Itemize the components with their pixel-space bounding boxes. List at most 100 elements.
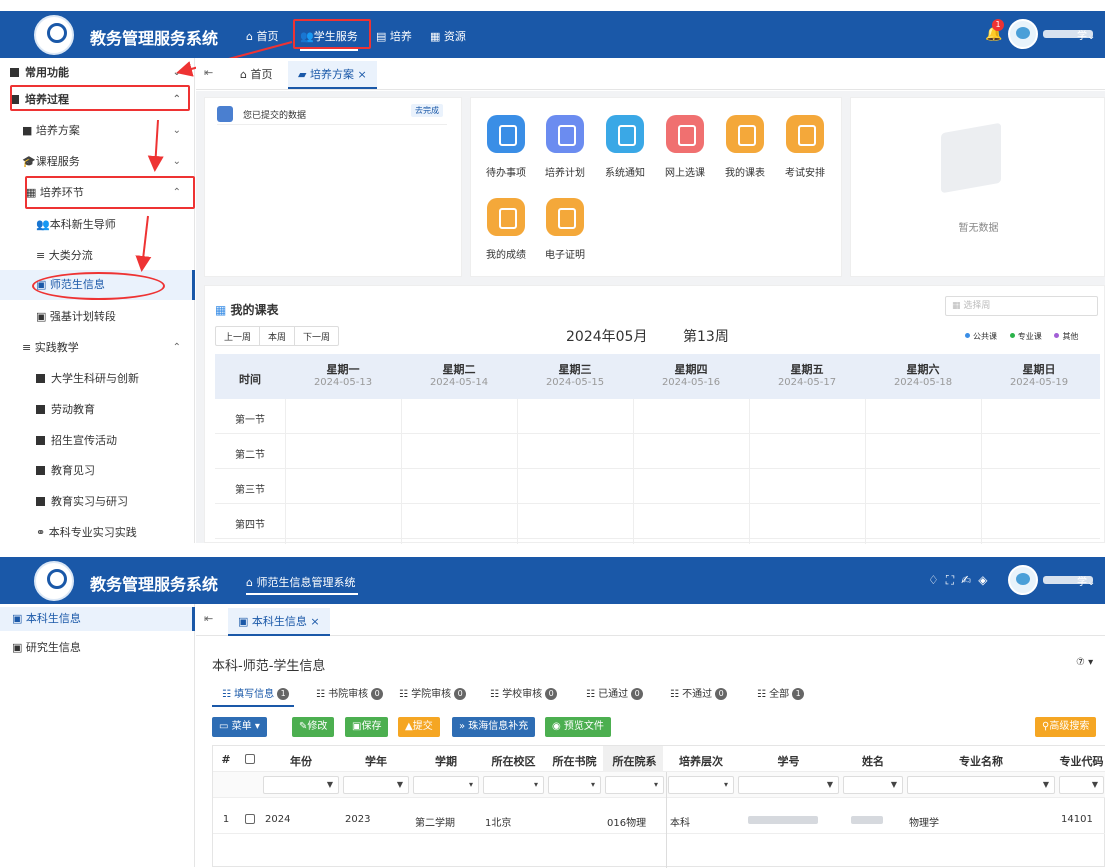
prev-week-button[interactable]: 上一周 (216, 327, 261, 345)
grades-icon[interactable] (487, 198, 525, 236)
list-icon: ☷ (670, 689, 683, 700)
sidebar-item-probation[interactable]: 教育见习 (0, 456, 195, 486)
search-icon: ◉ (552, 721, 564, 732)
column-filter[interactable]: ▾ (413, 776, 479, 794)
column-filter[interactable]: ▾ (548, 776, 601, 794)
quick-schedule[interactable]: 我的课表 (715, 164, 775, 179)
column-filter[interactable]: ▾ (668, 776, 734, 794)
course-select-icon[interactable] (666, 115, 704, 153)
doc-icon (217, 106, 233, 122)
column-header: 所在校区 (491, 755, 536, 768)
row-checkbox[interactable] (239, 814, 261, 826)
advanced-search-button[interactable]: ⚲高级搜索 (1035, 717, 1097, 737)
column-filter[interactable]: ▼ (907, 776, 1055, 794)
status-tab[interactable]: ☷ 不通过 0 (670, 685, 728, 700)
select-all-checkbox[interactable] (239, 753, 261, 766)
schedule-row (215, 434, 1100, 469)
quick-exam[interactable]: 考试安排 (775, 164, 835, 179)
sidebar-item-grad[interactable]: ▣ 研究生信息 (0, 636, 195, 660)
supplement-button[interactable]: » 珠海信息补充 (452, 717, 536, 737)
theme-icon[interactable]: ◈ (978, 573, 994, 587)
list-icon: ☷ (757, 689, 770, 700)
translate-icon[interactable]: ✍ (961, 573, 978, 587)
list-icon: ☷ (490, 689, 503, 700)
status-tab[interactable]: ☷ 全部 1 (757, 685, 805, 700)
edit-button[interactable]: ✎修改 (292, 717, 335, 737)
schedule-icon[interactable] (726, 115, 764, 153)
sidebar-item-internship[interactable]: 教育实习与研习 (0, 487, 195, 517)
quick-grades[interactable]: 我的成绩 (476, 246, 536, 261)
quick-course-select[interactable]: 网上选课 (655, 164, 715, 179)
notice-icon[interactable] (606, 115, 644, 153)
column-filter[interactable]: ▾ (605, 776, 664, 794)
status-tab[interactable]: ☷ 学校审核 0 (490, 685, 558, 700)
status-tab[interactable]: ☷ 已通过 0 (586, 685, 644, 700)
schedule-row (215, 504, 1100, 539)
help-icon[interactable]: ⑦ ▾ (1076, 657, 1093, 668)
bottom-header: 教务管理服务系统 ⌂ 师范生信息管理系统 ♢⛶✍◈ 学⌄ (0, 557, 1105, 604)
app-title: 教务管理服务系统 (90, 575, 219, 594)
column-header: 所在书院 (552, 755, 597, 768)
preview-button[interactable]: ◉ 预览文件 (545, 717, 611, 737)
cell-index: 1 (222, 814, 230, 825)
plan-icon[interactable] (546, 115, 584, 153)
sidebar-item-undergrad[interactable]: ▣ 本科生信息 (0, 607, 195, 631)
sidebar-item-research[interactable]: 大学生科研与创新 (0, 364, 195, 394)
tab-home[interactable]: ⌂ 首页 (240, 61, 272, 89)
calendar-icon: ▦ (215, 303, 231, 317)
todo-icon[interactable] (487, 115, 525, 153)
tab-undergrad-info[interactable]: ▣ 本科生信息 × (228, 608, 330, 636)
column-filter[interactable]: ▾ (483, 776, 544, 794)
sidebar-item-practice[interactable]: ≡ 实践教学 ⌃ (0, 333, 195, 363)
schedule-row (215, 399, 1100, 434)
sidebar-item-enrollment[interactable]: 招生宣传活动 (0, 426, 195, 456)
bell-icon[interactable]: ♢ (928, 573, 946, 587)
column-filter[interactable]: ▼ (263, 776, 339, 794)
collapse-icon[interactable]: ⇤ (204, 612, 213, 625)
status-tab[interactable]: ☷ 填写信息 1 (222, 685, 290, 700)
sidebar-item-labor[interactable]: 劳动教育 (0, 395, 195, 425)
save-button[interactable]: ▣保存 (345, 717, 389, 737)
home-icon: ⌂ (246, 576, 257, 589)
collapse-icon[interactable]: ⇤ (204, 66, 213, 79)
certificate-icon[interactable] (546, 198, 584, 236)
avatar[interactable] (1008, 19, 1038, 49)
day-header: 星期五 (790, 363, 824, 376)
count-badge: 0 (545, 688, 558, 700)
legend-public: 公共课 (965, 332, 997, 341)
tab-training-plan[interactable]: ▰ 培养方案 × (288, 61, 377, 89)
fullscreen-icon[interactable]: ⛶ (946, 573, 961, 587)
exam-icon[interactable] (786, 115, 824, 153)
avatar[interactable] (1008, 565, 1038, 595)
close-icon[interactable]: × (307, 615, 319, 628)
cell-school-year: 2023 (345, 814, 371, 825)
menu-button[interactable]: ▭ 菜单 ▾ (212, 717, 267, 737)
status-tab[interactable]: ☷ 书院审核 0 (316, 685, 384, 700)
next-week-button[interactable]: 下一周 (295, 327, 338, 345)
nav-normal-student-system[interactable]: ⌂ 师范生信息管理系统 (246, 574, 355, 590)
column-filter[interactable]: ▼ (843, 776, 903, 794)
badge-icon: ▣ (36, 310, 50, 323)
divider (217, 124, 447, 125)
close-icon[interactable]: × (354, 68, 366, 81)
this-week-button[interactable]: 本周 (260, 327, 296, 345)
week-picker[interactable]: ▦ 选择周 (945, 296, 1098, 316)
pending-status[interactable]: 去完成 (411, 104, 443, 117)
column-filter[interactable]: ▼ (343, 776, 409, 794)
column-filter[interactable]: ▼ (1059, 776, 1104, 794)
quick-certificate[interactable]: 电子证明 (535, 246, 595, 261)
column-filter[interactable]: ▼ (738, 776, 839, 794)
quick-todo[interactable]: 待办事项 (476, 164, 536, 179)
column-header: 学年 (365, 755, 387, 768)
cell-major-code: 14101 (1061, 814, 1093, 825)
sidebar-item-strong-base[interactable]: ▣ 强基计划转段 (0, 302, 195, 332)
quick-links-card: 待办事项 培养计划 系统通知 网上选课 我的课表 考试安排 我的成绩 电子证明 (470, 97, 842, 277)
submit-button[interactable]: ▲提交 (398, 717, 440, 737)
status-tab[interactable]: ☷ 学院审核 0 (399, 685, 467, 700)
day-date: 2024-05-14 (429, 377, 489, 388)
nav-resources[interactable]: ▦ 资源 (430, 28, 466, 44)
quick-notice[interactable]: 系统通知 (595, 164, 655, 179)
quick-plan[interactable]: 培养计划 (535, 164, 595, 179)
sidebar-item-practice-major[interactable]: ⚭ 本科专业实习实践 (0, 518, 195, 548)
day-date: 2024-05-13 (313, 377, 373, 388)
